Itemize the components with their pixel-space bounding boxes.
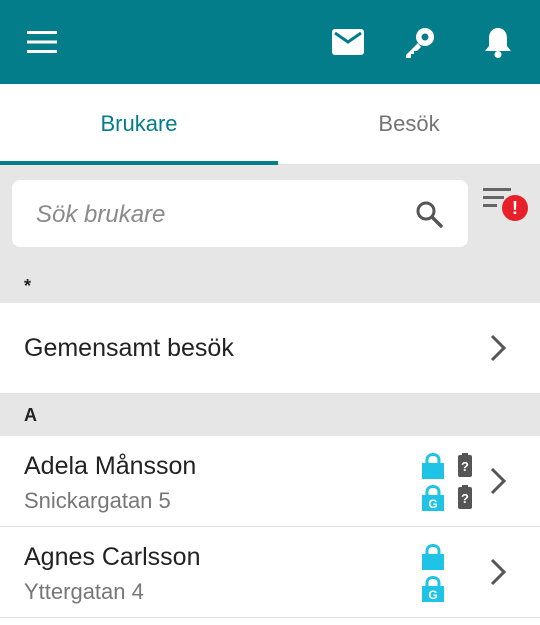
chevron-right-icon: [490, 558, 507, 586]
list-item[interactable]: Agnes Carlsson Yttergatan 4 G: [0, 527, 540, 618]
battery-unknown-icon: ?: [458, 453, 472, 477]
mail-icon: [332, 29, 364, 55]
lock-g-icon: G: [422, 485, 444, 511]
tab-bar: Brukare Besök: [0, 84, 540, 165]
client-address: Snickargatan 5: [24, 488, 171, 513]
client-name: Adela Månsson: [24, 452, 197, 480]
search-bar: !: [0, 165, 540, 263]
svg-text:?: ?: [461, 459, 469, 474]
chevron-right-icon: [490, 334, 507, 362]
svg-text:G: G: [428, 588, 437, 602]
battery-unknown-icon: ?: [458, 485, 472, 509]
search-icon[interactable]: [415, 200, 443, 228]
list-item[interactable]: Adela Månsson Snickargatan 5 G ? ?: [0, 436, 540, 527]
alert-badge: !: [502, 195, 528, 221]
menu-icon: [27, 31, 57, 53]
menu-button[interactable]: [10, 0, 74, 84]
client-name: Agnes Carlsson: [24, 543, 201, 571]
key-button[interactable]: [388, 0, 452, 84]
lock-icon: [422, 453, 444, 479]
lock-g-icon: G: [422, 576, 444, 602]
client-address: Yttergatan 4: [24, 579, 144, 604]
tab-brukare[interactable]: Brukare: [0, 84, 278, 165]
bell-icon: [485, 28, 511, 58]
mail-button[interactable]: [316, 0, 380, 84]
search-input[interactable]: [34, 180, 408, 249]
key-icon: [406, 28, 434, 58]
section-header: A: [0, 394, 540, 436]
lock-icon: [422, 544, 444, 570]
section-header: *: [0, 263, 540, 303]
list-item-label: Gemensamt besök: [24, 333, 234, 362]
svg-text:G: G: [428, 497, 437, 511]
svg-text:?: ?: [461, 491, 469, 506]
tab-besok[interactable]: Besök: [278, 84, 540, 164]
chevron-right-icon: [490, 467, 507, 495]
app-bar: [0, 0, 540, 84]
list-item-common-visit[interactable]: Gemensamt besök: [0, 303, 540, 394]
notifications-button[interactable]: [466, 0, 530, 84]
filter-button[interactable]: !: [480, 185, 530, 235]
search-box: [12, 180, 468, 249]
